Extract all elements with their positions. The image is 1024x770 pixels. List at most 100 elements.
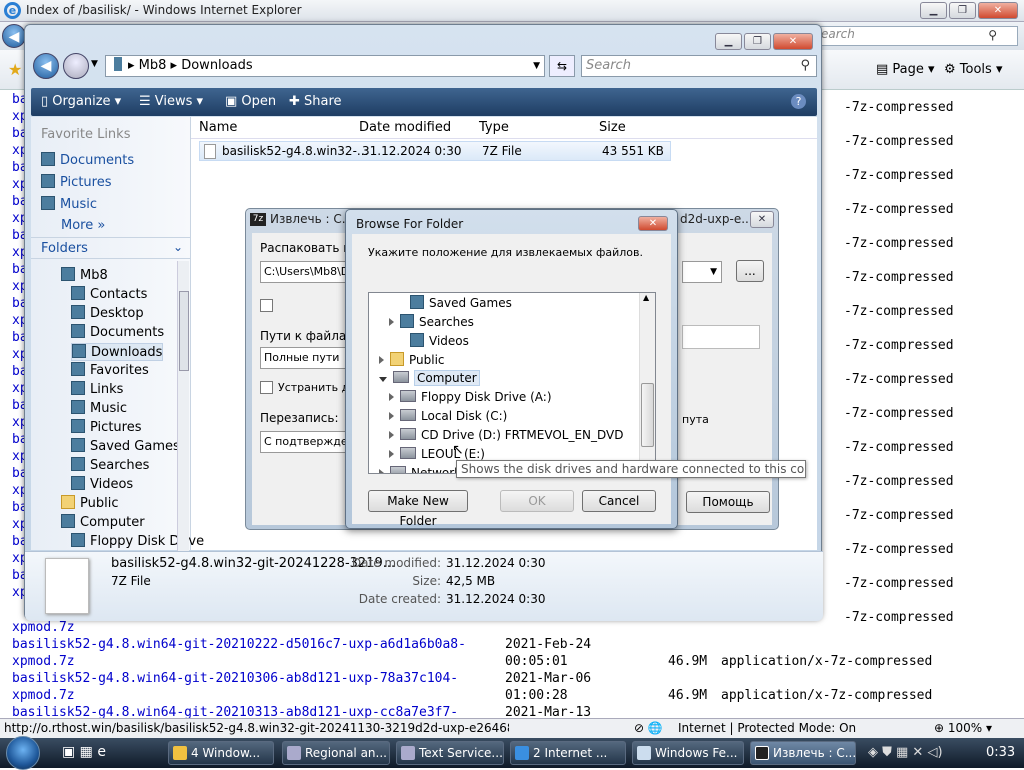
folder-tree-item[interactable]: Favorites xyxy=(71,362,149,378)
folder-tree-item[interactable]: Pictures xyxy=(71,419,141,435)
search-input[interactable]: Search ⚲ xyxy=(581,55,817,77)
password-field[interactable] xyxy=(682,325,760,349)
extract-close-button[interactable]: ✕ xyxy=(750,211,774,228)
folder-tree-item[interactable]: Contacts xyxy=(71,286,147,302)
ok-button[interactable]: OK xyxy=(500,490,574,512)
start-button[interactable] xyxy=(6,736,40,770)
fav-pictures[interactable]: Pictures xyxy=(41,174,111,190)
organize-button[interactable]: ▯ Organize ▾ xyxy=(41,94,121,109)
refresh-button[interactable]: ⇆ xyxy=(549,55,575,77)
cancel-button[interactable]: Cancel xyxy=(582,490,656,512)
ie-search-input[interactable]: earch ⚲ xyxy=(818,26,1018,46)
clock[interactable]: 0:33 xyxy=(986,745,1015,760)
listing-row-link[interactable]: basilisk52-g4.8.win64-git-20210306-ab8d1… xyxy=(12,671,458,686)
browse-button[interactable]: ... xyxy=(736,260,764,282)
folder-tree-item[interactable]: Computer xyxy=(61,514,145,530)
share-button[interactable]: ✚ Share xyxy=(289,94,342,109)
chevron-down-icon[interactable]: ▼ xyxy=(533,56,540,76)
taskbar-item-textservices[interactable]: Text Service... xyxy=(396,741,504,765)
folders-header[interactable]: Folders ⌄ xyxy=(31,237,191,259)
taskbar-item-windows[interactable]: 4 Window... xyxy=(168,741,274,765)
treeview-scrollbar[interactable]: ▲ xyxy=(639,293,655,473)
column-type[interactable]: Type xyxy=(479,120,509,135)
help-icon[interactable]: ? xyxy=(791,94,806,109)
restore-checkbox[interactable] xyxy=(260,381,273,394)
tree-scrollbar[interactable] xyxy=(177,261,189,551)
scroll-thumb[interactable] xyxy=(179,291,189,371)
taskbar-item-windowsfe[interactable]: Windows Fe... xyxy=(632,741,744,765)
folder-tree-item[interactable]: Searches xyxy=(71,457,149,473)
folder-tree-item[interactable]: Downloads xyxy=(71,343,164,361)
column-name[interactable]: Name xyxy=(199,120,237,135)
favorites-star-icon[interactable]: ★ xyxy=(8,60,22,79)
browse-tree-item[interactable]: CD Drive (D:) FRTMEVOL_EN_DVD xyxy=(389,428,624,442)
tools-menu[interactable]: ⚙ Tools ▾ xyxy=(944,62,1003,77)
taskbar-item-extract[interactable]: Извлечь : C... xyxy=(750,741,856,765)
paths-select[interactable]: Полные пути xyxy=(260,347,352,369)
zoom-level[interactable]: ⊕ 100% ▾ xyxy=(934,721,992,735)
chevron-down-icon[interactable]: ▼ xyxy=(682,261,722,283)
fav-more[interactable]: More » xyxy=(61,218,105,233)
minimize-button[interactable]: ▁ xyxy=(715,33,742,50)
scroll-up-icon[interactable]: ▲ xyxy=(643,293,649,302)
breadcrumb-downloads[interactable]: Downloads xyxy=(181,58,252,73)
folder-tree-item[interactable]: Links xyxy=(71,381,123,397)
search-icon[interactable]: ⚲ xyxy=(988,28,997,42)
expand-arrow-icon[interactable] xyxy=(379,377,387,382)
browse-tree-item[interactable]: Floppy Disk Drive (A:) xyxy=(389,390,552,404)
breadcrumb-mb8[interactable]: Mb8 xyxy=(139,58,167,73)
forward-button[interactable] xyxy=(63,53,89,79)
maximize-button[interactable]: ❐ xyxy=(744,33,771,50)
folder-tree-item[interactable]: Saved Games xyxy=(71,438,180,454)
expand-arrow-icon[interactable] xyxy=(389,450,394,458)
close-button[interactable]: ✕ xyxy=(978,2,1018,19)
overwrite-select[interactable]: С подтвержден xyxy=(260,431,352,453)
open-button[interactable]: ▣ Open xyxy=(225,94,276,109)
fav-music[interactable]: Music xyxy=(41,196,97,212)
chevron-down-icon[interactable]: ⌄ xyxy=(173,240,183,254)
expand-arrow-icon[interactable] xyxy=(389,318,394,326)
folder-tree-item[interactable]: Mb8 xyxy=(61,267,108,283)
close-button[interactable]: ✕ xyxy=(773,33,813,50)
taskbar-item-regional[interactable]: Regional an... xyxy=(282,741,390,765)
column-date-modified[interactable]: Date modified xyxy=(359,120,451,135)
listing-row-link[interactable]: xpmod.7z xyxy=(12,620,75,635)
folder-tree-item[interactable]: Desktop xyxy=(71,305,144,321)
expand-arrow-icon[interactable] xyxy=(379,469,384,473)
browse-tree-item[interactable]: Network xyxy=(379,466,461,473)
views-button[interactable]: ☰ Views ▾ xyxy=(139,94,203,109)
browse-tree-item[interactable]: Saved Games xyxy=(399,295,512,310)
listing-row-link[interactable]: basilisk52-g4.8.win64-git-20210222-d5016… xyxy=(12,637,466,652)
address-breadcrumb[interactable]: ▸ Mb8 ▸ Downloads ▼ xyxy=(105,55,545,77)
browse-tree-item[interactable]: LEOUL (E:) xyxy=(389,447,485,461)
search-icon[interactable]: ⚲ xyxy=(800,56,810,76)
listing-row-link[interactable]: xpmod.7z xyxy=(12,688,75,703)
tray-icons[interactable]: ◈ ⛊ ▦ ✕ ◁) xyxy=(868,745,943,760)
maximize-button[interactable]: ❐ xyxy=(949,2,976,19)
taskbar-item-internet[interactable]: 2 Internet ... xyxy=(510,741,626,765)
browse-tree-item[interactable]: Public xyxy=(379,352,445,367)
browse-close-button[interactable]: ✕ xyxy=(638,216,668,231)
browse-tree-item[interactable]: Searches xyxy=(389,314,474,329)
scroll-thumb[interactable] xyxy=(641,383,654,447)
folder-tree-item[interactable]: Documents xyxy=(71,324,164,340)
extract-to-field[interactable]: C:\Users\Mb8\D xyxy=(260,261,352,283)
expand-arrow-icon[interactable] xyxy=(379,356,384,364)
back-button[interactable]: ◀ xyxy=(33,53,59,79)
page-menu[interactable]: ▤ Page ▾ xyxy=(876,62,935,77)
browse-tree-item[interactable]: Local Disk (C:) xyxy=(389,409,507,423)
browse-tree-item[interactable]: Videos xyxy=(399,333,469,348)
folder-treeview[interactable]: Saved Games Searches Videos Public Computer F… xyxy=(368,292,656,474)
column-size[interactable]: Size xyxy=(599,120,626,135)
make-new-folder-button[interactable]: Make New Folder xyxy=(368,490,468,528)
recent-pages-icon[interactable]: ▼ xyxy=(91,59,98,69)
folder-tree-item[interactable]: Public xyxy=(61,495,118,511)
ie-back-button[interactable]: ◀ xyxy=(2,24,26,48)
minimize-button[interactable]: ▁ xyxy=(920,2,947,19)
file-row[interactable]: basilisk52-g4.8.win32-... 31.12.2024 0:3… xyxy=(199,141,671,161)
checkbox[interactable] xyxy=(260,299,273,312)
expand-arrow-icon[interactable] xyxy=(389,393,394,401)
quicklaunch-icons[interactable]: ▣ ▦ e xyxy=(62,744,106,760)
listing-row-link[interactable]: xpmod.7z xyxy=(12,654,75,669)
folder-tree-item[interactable]: Music xyxy=(71,400,127,416)
